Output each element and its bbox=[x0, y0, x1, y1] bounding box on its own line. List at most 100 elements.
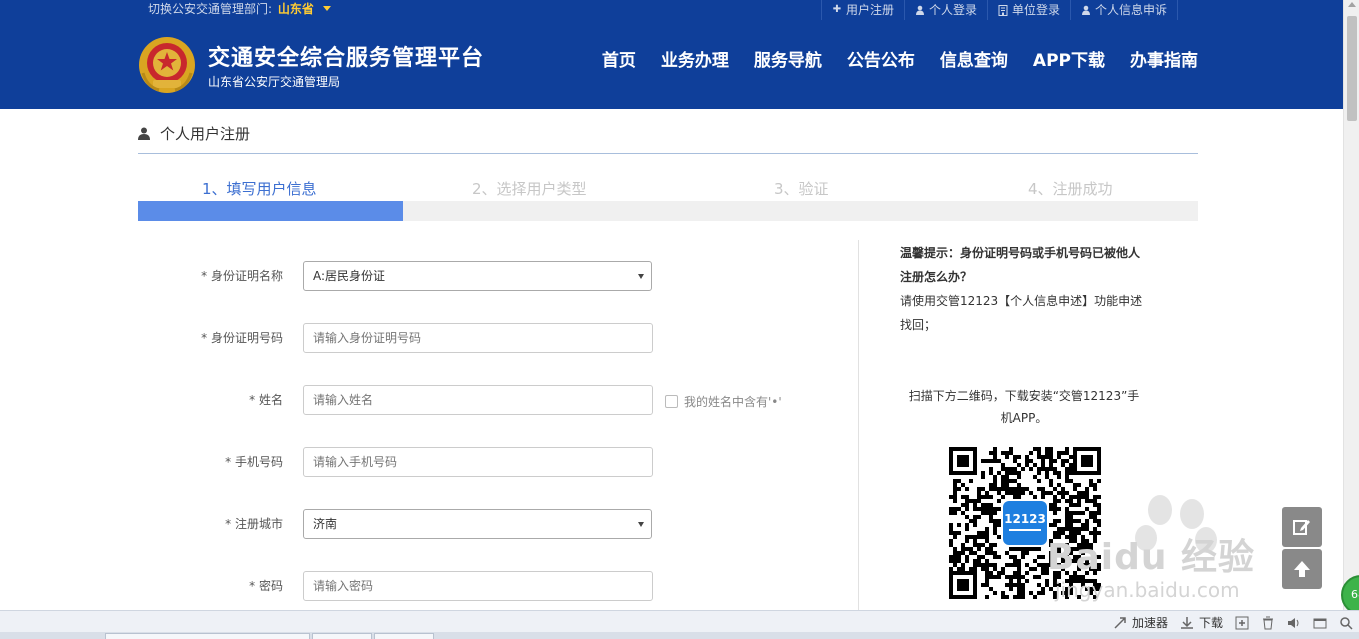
qr-module bbox=[1053, 487, 1057, 491]
nav-service-guide[interactable]: 服务导航 bbox=[754, 46, 822, 71]
personal-login-link[interactable]: 个人登录 bbox=[903, 0, 987, 20]
qr-module bbox=[1073, 483, 1077, 487]
qr-logo-text: 12123 bbox=[1004, 512, 1046, 526]
province-name[interactable]: 山东省 bbox=[278, 2, 314, 16]
qr-module bbox=[957, 559, 961, 563]
taskbar-item[interactable] bbox=[312, 633, 372, 639]
qr-module bbox=[1069, 523, 1073, 527]
page-title: 个人用户注册 bbox=[138, 123, 250, 144]
qr-module bbox=[1045, 455, 1049, 459]
qr-module bbox=[985, 527, 989, 531]
qr-module bbox=[1025, 547, 1029, 551]
zoom-icon[interactable] bbox=[1339, 616, 1353, 630]
qr-module bbox=[953, 495, 957, 499]
qr-module bbox=[953, 483, 957, 487]
qr-module bbox=[1065, 475, 1069, 479]
qr-module bbox=[993, 451, 997, 455]
nav-home[interactable]: 首页 bbox=[602, 46, 636, 71]
department-switcher[interactable]: 切换公安交通管理部门: 山东省 bbox=[148, 0, 331, 18]
company-login-label: 单位登录 bbox=[1011, 3, 1060, 17]
qr-module bbox=[1009, 587, 1013, 591]
qr-module bbox=[1049, 523, 1053, 527]
nav-info-query[interactable]: 信息查询 bbox=[940, 46, 1008, 71]
trash-icon[interactable] bbox=[1261, 616, 1275, 630]
qr-module bbox=[1069, 503, 1073, 507]
volume-icon[interactable] bbox=[1287, 616, 1301, 630]
nav-business[interactable]: 业务办理 bbox=[661, 46, 729, 71]
download-button[interactable]: 下载 bbox=[1180, 614, 1223, 631]
qr-module bbox=[1021, 547, 1025, 551]
qr-module bbox=[961, 551, 965, 555]
accelerator-button[interactable]: 加速器 bbox=[1113, 614, 1168, 631]
qr-module bbox=[1033, 463, 1037, 467]
qr-module bbox=[1081, 511, 1085, 515]
qr-module bbox=[985, 559, 989, 563]
qr-module bbox=[1041, 571, 1045, 575]
qr-module bbox=[997, 523, 1001, 527]
qr-module bbox=[981, 475, 985, 479]
scrollbar-thumb[interactable] bbox=[1347, 16, 1357, 121]
add-window-icon[interactable] bbox=[1235, 616, 1249, 630]
qr-module bbox=[977, 531, 981, 535]
qr-module bbox=[957, 567, 961, 571]
qr-module bbox=[997, 575, 1001, 579]
qr-module bbox=[1005, 483, 1009, 487]
qr-module bbox=[1041, 495, 1045, 499]
phone-input[interactable] bbox=[303, 447, 653, 477]
qr-module bbox=[1009, 547, 1013, 551]
nav-guide[interactable]: 办事指南 bbox=[1130, 46, 1198, 71]
qr-module bbox=[961, 547, 965, 551]
qr-module bbox=[1049, 451, 1053, 455]
window-icon[interactable] bbox=[1313, 616, 1327, 630]
dropdown-arrow-icon bbox=[638, 274, 644, 279]
qr-module bbox=[973, 515, 977, 519]
qr-module bbox=[1065, 523, 1069, 527]
qr-module bbox=[1097, 511, 1101, 515]
qr-module bbox=[1057, 483, 1061, 487]
register-link[interactable]: ✚ 用户注册 bbox=[820, 0, 904, 20]
qr-module bbox=[1009, 447, 1013, 451]
company-login-link[interactable]: 单位登录 bbox=[986, 0, 1070, 20]
personal-appeal-link[interactable]: 个人信息申诉 bbox=[1069, 0, 1178, 20]
qr-module bbox=[961, 483, 965, 487]
qr-module bbox=[973, 503, 977, 507]
qr-module bbox=[1005, 455, 1009, 459]
qr-module bbox=[1053, 495, 1057, 499]
taskbar-item[interactable] bbox=[105, 633, 310, 639]
step-1: 1、填写用户信息 bbox=[202, 180, 317, 198]
watermark-text: Baidu 经验 bbox=[1047, 537, 1256, 578]
police-emblem-logo[interactable] bbox=[137, 35, 197, 95]
site-title[interactable]: 交通安全综合服务管理平台 bbox=[208, 40, 484, 72]
qr-module bbox=[1017, 455, 1021, 459]
name-dot-checkbox[interactable]: 我的姓名中含有'•' bbox=[665, 393, 782, 410]
qr-module bbox=[1049, 503, 1053, 507]
feedback-edit-button[interactable] bbox=[1282, 507, 1322, 547]
qr-module bbox=[1077, 491, 1081, 495]
vertical-scrollbar[interactable] bbox=[1343, 0, 1359, 610]
qr-module bbox=[1061, 495, 1065, 499]
nav-app-download[interactable]: APP下载 bbox=[1033, 46, 1105, 71]
qr-module bbox=[993, 575, 997, 579]
qr-module bbox=[981, 567, 985, 571]
password-input[interactable] bbox=[303, 571, 653, 601]
taskbar-item[interactable] bbox=[374, 633, 434, 639]
scroll-up-arrow-icon[interactable] bbox=[1348, 2, 1356, 7]
qr-module bbox=[1073, 503, 1077, 507]
nav-announcements[interactable]: 公告公布 bbox=[847, 46, 915, 71]
qr-module bbox=[1057, 499, 1061, 503]
qr-module bbox=[1093, 495, 1097, 499]
city-select[interactable]: 济南 bbox=[303, 509, 652, 539]
back-to-top-button[interactable] bbox=[1282, 549, 1322, 589]
id-number-input[interactable] bbox=[303, 323, 653, 353]
id-number-label: * 身份证明号码 bbox=[201, 331, 283, 345]
qr-module bbox=[1021, 551, 1025, 555]
qr-module bbox=[1033, 595, 1037, 599]
qr-module bbox=[1009, 563, 1013, 567]
qr-module bbox=[1005, 575, 1009, 579]
id-type-select[interactable]: A:居民身份证 bbox=[303, 261, 652, 291]
qr-module bbox=[989, 519, 993, 523]
name-input[interactable] bbox=[303, 385, 653, 415]
qr-module bbox=[949, 507, 953, 511]
checkbox[interactable] bbox=[665, 395, 678, 408]
caret-down-icon[interactable] bbox=[322, 6, 331, 11]
